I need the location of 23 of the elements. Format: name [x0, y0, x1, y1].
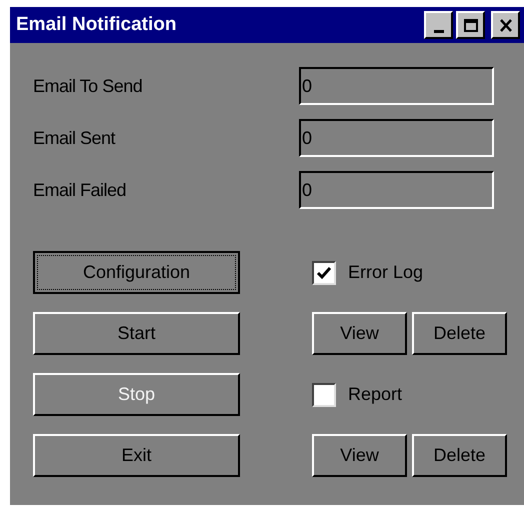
maximize-button[interactable] [456, 11, 485, 39]
count-field[interactable]: 0 [299, 171, 494, 209]
log-checkbox[interactable]: Report [312, 373, 507, 416]
count-field[interactable]: 0 [299, 67, 494, 105]
field-label: Email Sent [33, 126, 116, 150]
log-button[interactable]: View [312, 312, 407, 355]
log-button[interactable]: View [312, 434, 407, 477]
maximize-icon [464, 18, 478, 32]
close-button[interactable] [491, 11, 520, 39]
log-button[interactable]: Delete [412, 312, 507, 355]
close-icon [498, 18, 512, 32]
action-button[interactable]: Start [33, 312, 240, 355]
window-title: Email Notification [16, 12, 178, 37]
field-label: Email Failed [33, 178, 128, 202]
log-checkbox[interactable]: Error Log [312, 251, 507, 294]
log-button[interactable]: Delete [412, 434, 507, 477]
count-field[interactable]: 0 [299, 119, 494, 157]
minimize-icon [434, 30, 444, 33]
action-button[interactable]: Configuration [33, 251, 240, 294]
field-label: Email To Send [33, 74, 144, 98]
minimize-button[interactable] [424, 11, 453, 39]
action-button[interactable]: Exit [33, 434, 240, 477]
checkmark-icon [316, 266, 332, 280]
